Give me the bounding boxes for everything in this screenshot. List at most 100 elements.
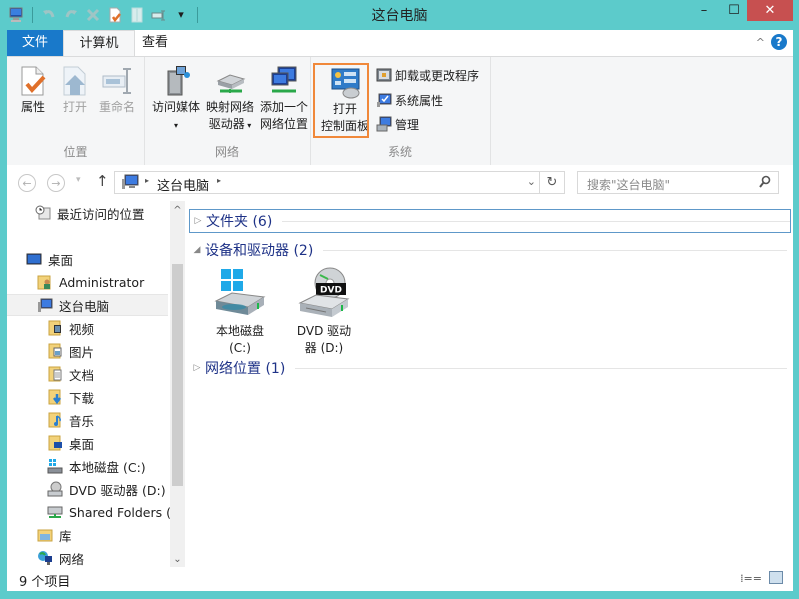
nav-item-music[interactable]: 音乐: [47, 409, 94, 431]
navigation-pane-scrollbar[interactable]: ^ ⌄: [170, 201, 185, 567]
collapse-ribbon-button[interactable]: ^: [756, 36, 765, 49]
breadcrumb-this-pc[interactable]: 这台电脑: [157, 175, 209, 194]
collapsed-icon: ▷: [194, 216, 202, 226]
tab-file[interactable]: 文件: [7, 30, 63, 56]
scrollbar-thumb[interactable]: [172, 264, 183, 486]
address-history-dropdown[interactable]: ⌄: [527, 175, 536, 188]
nav-item-dvd-drive-d[interactable]: DVD 驱动器 (D:): [47, 478, 166, 500]
close-button[interactable]: ✕: [747, 0, 793, 21]
address-bar[interactable]: ▸ 这台电脑 ▸ ⌄ ↻: [114, 171, 565, 194]
group-label-system: 系统: [387, 145, 412, 159]
maximize-button[interactable]: ☐: [720, 0, 748, 21]
group-label: 设备和驱动器 (2): [205, 243, 314, 259]
open-icon: [59, 65, 91, 97]
manage-icon: [376, 116, 392, 132]
search-icon[interactable]: [759, 175, 771, 193]
help-button[interactable]: ?: [771, 34, 787, 50]
map-network-drive-button[interactable]: 映射网络 驱动器 ▾: [204, 65, 256, 134]
up-button[interactable]: ↑: [96, 172, 109, 190]
nav-item-local-disk-c[interactable]: 本地磁盘 (C:): [47, 455, 146, 477]
pictures-folder-icon: [47, 343, 63, 359]
ribbon-tabs: 文件 计算机 查看 ^ ?: [7, 30, 793, 56]
dropdown-arrow-icon: ▾: [173, 121, 178, 130]
scroll-up-button[interactable]: ^: [170, 205, 185, 216]
properties-label: 属性: [20, 100, 45, 114]
minimize-button[interactable]: –: [690, 0, 718, 21]
group-label: 网络位置 (1): [205, 361, 286, 377]
nav-item-label: 本地磁盘 (C:): [69, 459, 146, 475]
nav-item-pictures[interactable]: 图片: [47, 340, 94, 362]
item-count: 9 个项目: [19, 575, 71, 590]
local-disk-icon: [47, 458, 63, 474]
drive-label-line2: 器 (D:): [304, 341, 344, 355]
forward-button[interactable]: →: [47, 174, 65, 192]
group-header-devices-and-drives[interactable]: ◢ 设备和驱动器 (2): [189, 238, 787, 262]
dropdown-arrow-icon: ▾: [244, 121, 252, 130]
open-button[interactable]: 打开: [55, 65, 95, 116]
nav-item-documents[interactable]: 文档: [47, 363, 94, 385]
dvd-badge-text: DVD: [320, 286, 342, 296]
large-icons-view-button[interactable]: [769, 571, 783, 584]
refresh-button[interactable]: ↻: [539, 172, 564, 193]
group-divider: [282, 220, 790, 222]
control-panel-highlight-box: [313, 63, 369, 138]
nav-item-desktop[interactable]: 桌面: [26, 248, 73, 270]
nav-item-label: 最近访问的位置: [57, 206, 145, 222]
tab-view[interactable]: 查看: [133, 30, 177, 56]
nav-item-administrator[interactable]: Administrator: [37, 271, 144, 293]
local-disk-icon: [212, 267, 268, 319]
desktop-folder-icon: [47, 435, 63, 451]
group-label: 文件夹 (6): [206, 214, 273, 230]
drive-dvd-d[interactable]: DVD DVD 驱动 器 (D:): [282, 267, 366, 357]
add-network-location-icon: [268, 65, 300, 97]
nav-item-label: 桌面: [48, 252, 74, 268]
nav-item-label: 下载: [69, 390, 95, 406]
nav-item-desktop-folder[interactable]: 桌面: [47, 432, 94, 454]
group-header-network-locations[interactable]: ▷ 网络位置 (1): [189, 356, 787, 380]
breadcrumb-separator-icon[interactable]: ▸: [145, 176, 149, 185]
back-button[interactable]: ←: [18, 174, 36, 192]
details-view-button[interactable]: ⁞==: [740, 572, 762, 585]
scroll-down-button[interactable]: ⌄: [170, 554, 185, 565]
group-header-folders[interactable]: ▷ 文件夹 (6): [189, 209, 791, 233]
properties-button[interactable]: 属性: [13, 65, 53, 116]
nav-item-label: Administrator: [59, 274, 145, 290]
explorer-window: ▾ 这台电脑 – ☐ ✕ 文件 计算机 查看 ^ ? 属性 打开 重命名 位置 …: [0, 0, 799, 599]
search-box[interactable]: 搜索"这台电脑": [577, 171, 779, 194]
uninstall-program-button[interactable]: 卸载或更改程序: [376, 65, 479, 85]
expanded-icon: ◢: [193, 245, 201, 255]
music-folder-icon: [47, 412, 63, 428]
manage-button[interactable]: 管理: [376, 114, 419, 134]
documents-folder-icon: [47, 366, 63, 382]
nav-item-shared-folders[interactable]: Shared Folders (\: [47, 501, 175, 523]
add-network-location-button[interactable]: 添加一个 网络位置: [258, 65, 310, 133]
recent-locations-button[interactable]: ▾: [76, 175, 81, 185]
access-media-button[interactable]: 访问媒体 ▾: [150, 65, 202, 134]
breadcrumb-separator-icon[interactable]: ▸: [217, 176, 221, 185]
nav-item-downloads[interactable]: 下载: [47, 386, 94, 408]
nav-item-videos[interactable]: 视频: [47, 317, 94, 339]
nav-item-label: 视频: [69, 321, 95, 337]
title-bar: ▾ 这台电脑 – ☐ ✕: [0, 0, 799, 30]
nav-item-recent-places[interactable]: 最近访问的位置: [35, 202, 145, 224]
system-properties-button[interactable]: 系统属性: [376, 90, 443, 110]
downloads-folder-icon: [47, 389, 63, 405]
rename-button[interactable]: 重命名: [95, 65, 139, 116]
nav-item-libraries[interactable]: 库: [37, 524, 72, 546]
window-title: 这台电脑: [371, 8, 428, 24]
drive-local-disk-c[interactable]: 本地磁盘 (C:): [198, 267, 282, 357]
drive-label-line2: (C:): [229, 341, 251, 355]
navigation-pane: 最近访问的位置 桌面 Administrator 这台电脑 视频 图片 文档 下…: [7, 201, 185, 567]
system-properties-label: 系统属性: [395, 93, 444, 108]
group-divider: [295, 367, 787, 369]
tab-computer[interactable]: 计算机: [63, 30, 135, 56]
nav-item-network[interactable]: 网络: [37, 547, 84, 567]
rename-label: 重命名: [98, 100, 135, 114]
network-drive-icon: [47, 504, 63, 520]
navigation-bar: ← → ▾ ↑ ▸ 这台电脑 ▸ ⌄ ↻ 搜索"这台电脑": [7, 165, 793, 201]
nav-item-this-pc[interactable]: 这台电脑: [7, 294, 168, 316]
nav-item-label: 图片: [69, 344, 95, 360]
search-input[interactable]: 搜索"这台电脑": [587, 176, 670, 193]
network-icon: [37, 550, 53, 566]
map-network-drive-label-line2: 驱动器: [208, 117, 245, 131]
